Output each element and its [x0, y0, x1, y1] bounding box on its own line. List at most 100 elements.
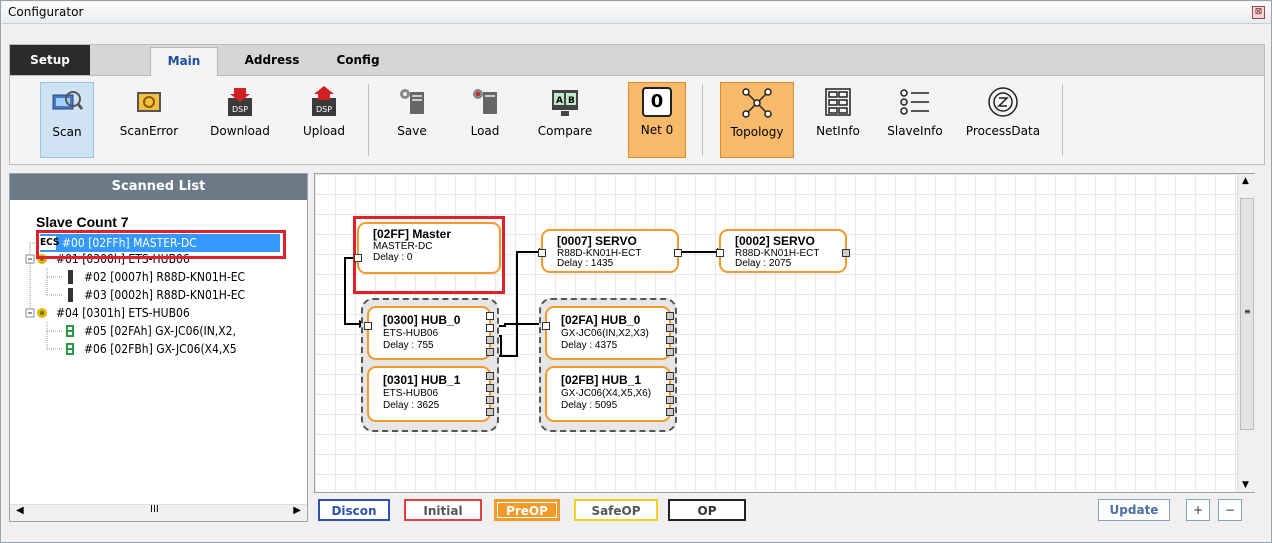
- tab-strip: Setup Main Address Config: [9, 44, 1265, 77]
- node-title: [0007] SERVO: [557, 234, 637, 248]
- dsp-text: DSP: [232, 105, 248, 114]
- selected-highlight-box: [36, 230, 286, 259]
- topology-label: Topology: [730, 125, 784, 139]
- title-bar: Configurator ⊠: [2, 2, 1271, 24]
- scroll-left-icon[interactable]: ◀: [16, 505, 24, 516]
- topology-node-0002[interactable]: [0002] SERVO R88D-KN01H-ECT Delay : 2075: [716, 229, 850, 273]
- save-button[interactable]: Save: [384, 82, 440, 158]
- node-port[interactable]: [666, 372, 674, 380]
- node-title: [0301] HUB_1: [383, 373, 461, 387]
- upload-button[interactable]: DSP Upload: [294, 82, 354, 158]
- scan-label: Scan: [52, 125, 82, 139]
- vertical-scrollbar[interactable]: ▲ ≡ ▼: [1237, 174, 1255, 492]
- node-port[interactable]: [486, 348, 494, 356]
- topology-canvas[interactable]: [02FF] Master MASTER-DC Delay : 0 [0007]…: [314, 173, 1255, 493]
- slaveinfo-button[interactable]: SlaveInfo: [880, 82, 950, 158]
- horizontal-scrollbar[interactable]: ◀ III ▶: [10, 504, 307, 521]
- update-button[interactable]: Update: [1098, 499, 1170, 521]
- download-icon: DSP: [224, 86, 256, 118]
- net-label: Net 0: [640, 123, 674, 137]
- topology-node-0301[interactable]: [0301] HUB_1 ETS-HUB06 Delay : 3625: [367, 366, 494, 422]
- node-port[interactable]: [542, 322, 550, 330]
- node-port[interactable]: [486, 396, 494, 404]
- node-title: [0300] HUB_0: [383, 313, 461, 327]
- compare-button[interactable]: AB Compare: [532, 82, 598, 158]
- zoom-in-button[interactable]: +: [1186, 499, 1210, 521]
- node-port[interactable]: [486, 408, 494, 416]
- load-button[interactable]: Load: [460, 82, 510, 158]
- tree-item-label: #03 [0002h] R88D-KN01H-EC: [84, 288, 246, 302]
- topology-node-master[interactable]: [02FF] Master MASTER-DC Delay : 0: [354, 222, 501, 274]
- node-port[interactable]: [842, 249, 850, 257]
- tree-item-label: #06 [02FBh] GX-JC06(X4,X5: [84, 342, 237, 356]
- node-title: [02FF] Master: [373, 227, 452, 241]
- topology-node-0300[interactable]: [0300] HUB_0 ETS-HUB06 Delay : 755: [364, 306, 494, 360]
- node-port[interactable]: [486, 324, 494, 332]
- node-delay: Delay : 4375: [561, 340, 618, 351]
- node-port[interactable]: [666, 408, 674, 416]
- status-safeop: SafeOP: [574, 499, 658, 521]
- scanned-list-panel: Scanned List Slave Count 7 ECS #00 [02FF…: [9, 173, 308, 522]
- net-selector[interactable]: 0 Net 0: [628, 82, 686, 158]
- scan-button[interactable]: Scan: [40, 82, 94, 158]
- processdata-button[interactable]: ProcessData: [958, 82, 1048, 158]
- compare-icon: AB: [549, 86, 581, 118]
- node-port[interactable]: [486, 312, 494, 320]
- node-delay: Delay : 755: [383, 340, 434, 351]
- status-op: OP: [668, 499, 746, 521]
- node-title: [02FB] HUB_1: [561, 373, 642, 387]
- node-port[interactable]: [674, 249, 682, 257]
- node-port[interactable]: [486, 372, 494, 380]
- node-model: GX-JC06(IN,X2,X3): [561, 328, 649, 339]
- scan-error-button[interactable]: ScanError: [114, 82, 184, 158]
- tab-setup[interactable]: Setup: [10, 45, 90, 75]
- slave-count: Slave Count 7: [36, 214, 129, 230]
- scroll-up-icon[interactable]: ▲: [1242, 176, 1249, 186]
- scrollbar-thumb[interactable]: ≡: [1240, 198, 1254, 430]
- upload-icon: DSP: [308, 86, 340, 118]
- download-button[interactable]: DSP Download: [202, 82, 278, 158]
- svg-text:B: B: [568, 96, 575, 106]
- tree-item-label: #02 [0007h] R88D-KN01H-EC: [84, 270, 246, 284]
- node-delay: Delay : 1435: [557, 258, 614, 269]
- svg-text:A: A: [556, 96, 563, 106]
- close-icon[interactable]: ⊠: [1252, 6, 1265, 19]
- node-port[interactable]: [666, 312, 674, 320]
- upload-label: Upload: [302, 124, 346, 138]
- scroll-grip-icon: III: [150, 504, 159, 515]
- net-number-icon: 0: [642, 87, 672, 117]
- zoom-out-button[interactable]: −: [1218, 499, 1242, 521]
- node-port[interactable]: [364, 322, 372, 330]
- tab-main[interactable]: Main: [150, 47, 218, 77]
- tab-config[interactable]: Config: [328, 45, 388, 75]
- node-model: GX-JC06(X4,X5,X6): [561, 388, 652, 399]
- topology-button[interactable]: Topology: [720, 82, 794, 158]
- load-icon: [469, 86, 501, 118]
- topology-node-0007[interactable]: [0007] SERVO R88D-KN01H-ECT Delay : 1435: [538, 229, 682, 273]
- node-delay: Delay : 3625: [383, 400, 440, 411]
- node-port[interactable]: [354, 254, 362, 262]
- topology-node-02fa[interactable]: [02FA] HUB_0 GX-JC06(IN,X2,X3) Delay : 4…: [542, 306, 674, 360]
- node-port[interactable]: [666, 348, 674, 356]
- topology-node-02fb[interactable]: [02FB] HUB_1 GX-JC06(X4,X5,X6) Delay : 5…: [545, 366, 674, 422]
- tab-address[interactable]: Address: [232, 45, 312, 75]
- node-port[interactable]: [538, 249, 546, 257]
- scanned-list-header: Scanned List: [10, 174, 307, 200]
- tree-item-label: #04 [0301h] ETS-HUB06: [56, 306, 190, 320]
- scroll-down-icon[interactable]: ▼: [1242, 480, 1249, 490]
- node-port[interactable]: [486, 384, 494, 392]
- ribbon-toolbar: Scan ScanError DSP Download DSP Upload S…: [9, 76, 1265, 165]
- save-label: Save: [397, 124, 427, 138]
- slaveinfo-label: SlaveInfo: [887, 124, 943, 138]
- compare-label: Compare: [537, 124, 593, 138]
- toolbar-separator: [1062, 84, 1063, 156]
- scan-error-icon: [133, 86, 165, 118]
- node-model: ETS-HUB06: [383, 328, 439, 339]
- netinfo-label: NetInfo: [816, 124, 860, 138]
- node-port[interactable]: [486, 336, 494, 344]
- node-port[interactable]: [716, 249, 724, 257]
- netinfo-button[interactable]: NetInfo: [808, 82, 868, 158]
- scroll-right-icon[interactable]: ▶: [293, 505, 301, 516]
- node-title: [0002] SERVO: [735, 234, 815, 248]
- node-title: [02FA] HUB_0: [561, 313, 641, 327]
